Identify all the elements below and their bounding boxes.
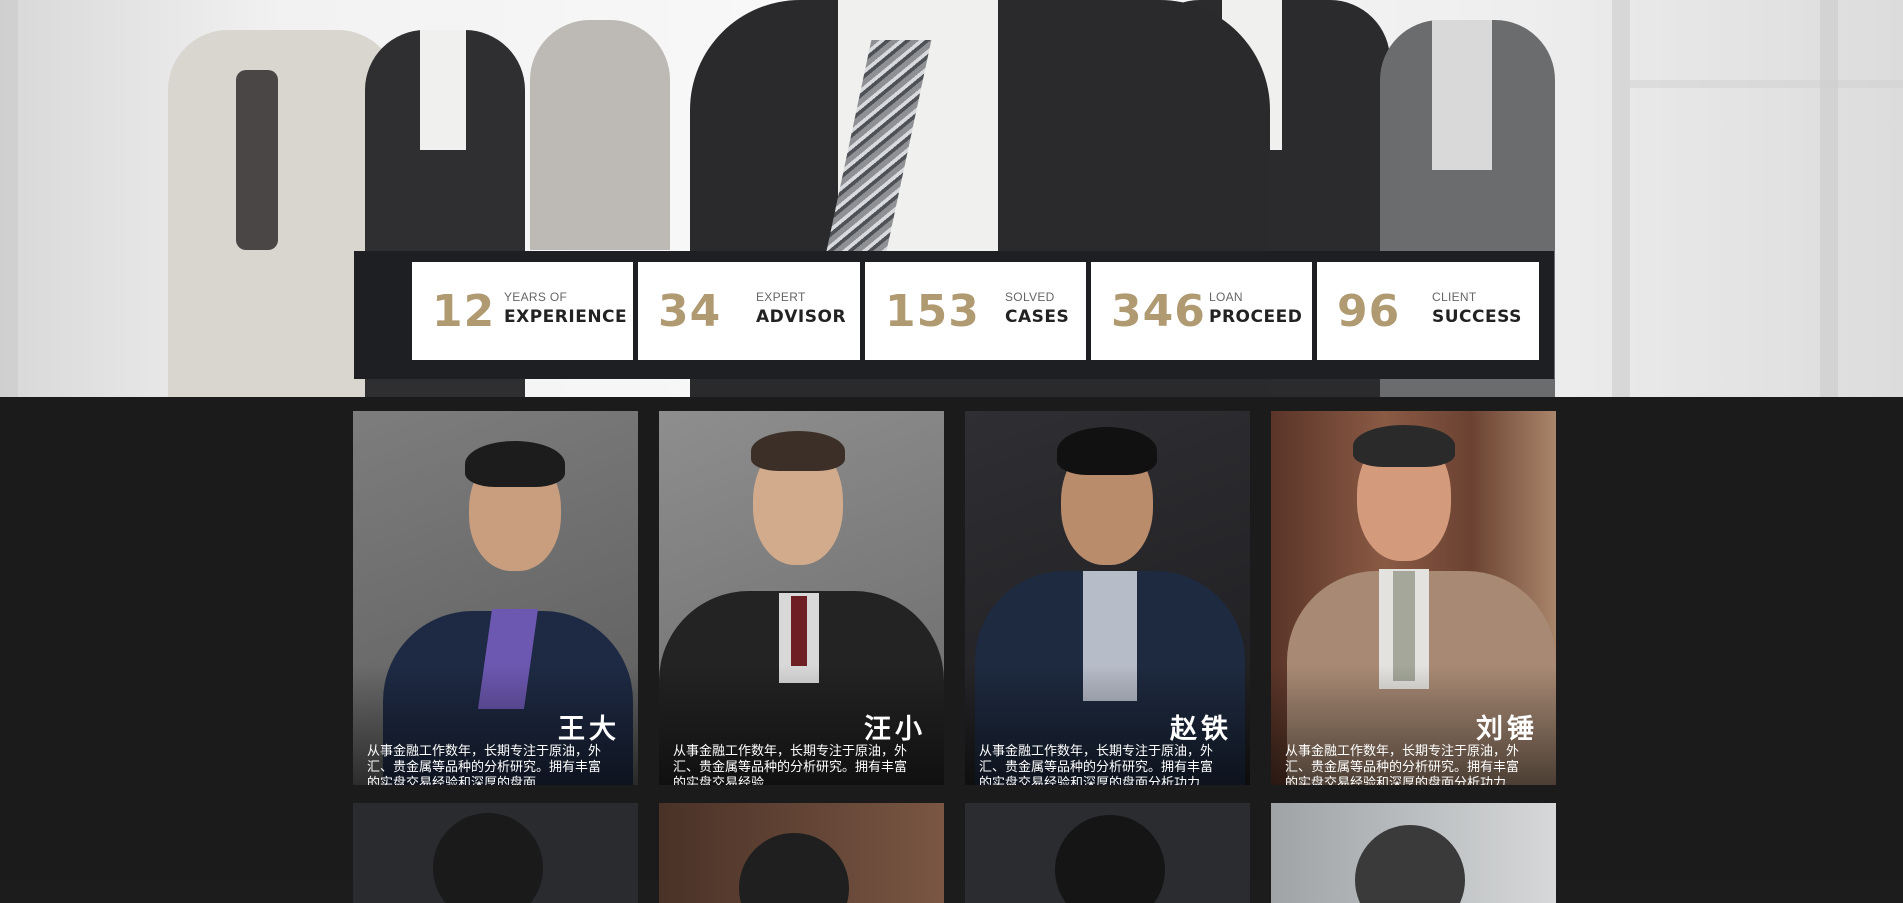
stat-number: 346 xyxy=(1111,285,1206,337)
team-card[interactable] xyxy=(1271,803,1556,903)
advisor-name: 赵铁 xyxy=(1170,714,1232,745)
stat-number: 34 xyxy=(658,285,722,337)
team-card[interactable] xyxy=(353,803,638,903)
stat-loan-proceed: 346 LOAN PROCEED xyxy=(1091,262,1312,360)
window-frame xyxy=(1612,0,1630,397)
stat-solved-cases: 153 SOLVED CASES xyxy=(865,262,1086,360)
portrait-hair xyxy=(751,431,845,471)
team-card[interactable]: 赵铁 从事金融工作数年，长期专注于原油，外 汇、贵金属等品种的分析研究。拥有丰富… xyxy=(965,411,1250,785)
portrait-hair xyxy=(1057,427,1157,475)
advisor-name: 王大 xyxy=(558,714,620,745)
advisor-description: 从事金融工作数年，长期专注于原油，外 汇、贵金属等品种的分析研究。拥有丰富 的实… xyxy=(673,744,908,785)
team-section xyxy=(0,397,1903,881)
stat-number: 96 xyxy=(1337,285,1401,337)
stat-label: EXPERIENCE xyxy=(504,307,628,327)
portrait-hair xyxy=(1353,425,1455,467)
stat-number: 153 xyxy=(885,285,980,337)
advisor-name: 汪小 xyxy=(864,714,926,745)
portrait-hair xyxy=(433,813,543,903)
stat-caption: LOAN xyxy=(1209,290,1243,304)
portrait-hair xyxy=(465,441,565,487)
portrait-tie xyxy=(791,596,807,666)
background-person-blouse xyxy=(236,70,278,250)
background-person xyxy=(530,20,670,250)
advisor-description: 从事金融工作数年，长期专注于原油，外 汇、贵金属等品种的分析研究。拥有丰富 的实… xyxy=(1285,744,1520,785)
portrait-hair xyxy=(739,833,849,903)
stat-caption: CLIENT xyxy=(1432,290,1477,304)
window-frame xyxy=(1820,0,1838,397)
advisor-description: 从事金融工作数年，长期专注于原油，外 汇、贵金属等品种的分析研究。拥有丰富 的实… xyxy=(979,744,1214,785)
advisor-description: 从事金融工作数年，长期专注于原油，外 汇、贵金属等品种的分析研究。拥有丰富 的实… xyxy=(367,744,602,785)
window-frame xyxy=(0,0,18,397)
portrait-hair xyxy=(1355,825,1465,903)
stat-caption: SOLVED xyxy=(1005,290,1055,304)
stat-label: ADVISOR xyxy=(756,307,847,327)
stat-expert-advisor: 34 EXPERT ADVISOR xyxy=(638,262,860,360)
stat-label: PROCEED xyxy=(1209,307,1303,327)
stat-caption: EXPERT xyxy=(756,290,806,304)
window-frame xyxy=(1630,80,1903,88)
background-person-shirt xyxy=(420,30,466,150)
team-card[interactable]: 汪小 从事金融工作数年，长期专注于原油，外 汇、贵金属等品种的分析研究。拥有丰富… xyxy=(659,411,944,785)
team-card[interactable]: 刘锤 从事金融工作数年，长期专注于原油，外 汇、贵金属等品种的分析研究。拥有丰富… xyxy=(1271,411,1556,785)
stat-client-success: 96 CLIENT SUCCESS xyxy=(1317,262,1539,360)
stat-label: SUCCESS xyxy=(1432,307,1522,327)
team-card[interactable]: 王大 从事金融工作数年，长期专注于原油，外 汇、贵金属等品种的分析研究。拥有丰富… xyxy=(353,411,638,785)
stat-label: CASES xyxy=(1005,307,1070,327)
stat-years-experience: 12 YEARS OF EXPERIENCE xyxy=(412,262,633,360)
background-person-shirt xyxy=(1432,20,1492,170)
team-card[interactable] xyxy=(659,803,944,903)
stat-number: 12 xyxy=(432,285,496,337)
advisor-name: 刘锤 xyxy=(1476,714,1538,745)
portrait-hair xyxy=(1055,815,1165,903)
team-card[interactable] xyxy=(965,803,1250,903)
stat-caption: YEARS OF xyxy=(504,290,568,304)
